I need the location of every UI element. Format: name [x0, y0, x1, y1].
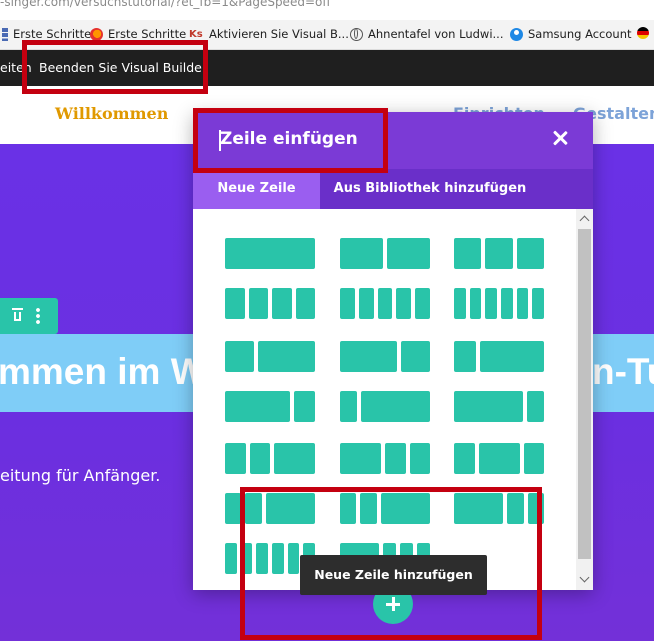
annotation-box-title	[193, 108, 388, 173]
row-layout-option[interactable]	[454, 443, 544, 474]
layout-column	[377, 288, 393, 319]
annotation-box-exit	[22, 40, 208, 94]
layout-column	[485, 238, 513, 269]
layout-column	[225, 341, 254, 372]
layout-column	[340, 443, 381, 474]
layout-column	[479, 341, 544, 372]
tab-aus-bibliothek[interactable]: Aus Bibliothek hinzufügen	[320, 169, 540, 209]
layout-column	[340, 341, 398, 372]
row-layout-option[interactable]	[225, 341, 315, 372]
row-layout-option[interactable]	[454, 238, 544, 269]
layout-column	[361, 391, 430, 422]
browser-address-bar[interactable]: -singer.com/versuchstutorial/?et_fb=1&Pa…	[0, 0, 654, 20]
row-layout-option[interactable]	[340, 443, 430, 474]
bookmark-aktivieren-visual-builder[interactable]: Ks Aktivieren Sie Visual B...	[189, 27, 349, 41]
layout-column	[340, 288, 355, 319]
layout-column	[526, 391, 544, 422]
layout-column	[454, 391, 523, 422]
layout-column	[293, 391, 315, 422]
layout-column	[532, 288, 544, 319]
row-layout-option[interactable]	[225, 238, 315, 269]
tab-neue-zeile[interactable]: Neue Zeile	[193, 169, 320, 209]
layout-column	[401, 341, 430, 372]
bookmark-label: Erste Schritte	[108, 27, 187, 41]
layout-column	[485, 288, 497, 319]
scrollbar-thumb[interactable]	[578, 229, 591, 559]
layout-column	[387, 238, 430, 269]
layout-column	[385, 443, 406, 474]
bookmark-flag[interactable]	[637, 27, 649, 39]
hero-heading-right: n-Tu	[592, 351, 654, 392]
layout-column	[523, 443, 544, 474]
nav-item-home[interactable]: Willkommen	[55, 104, 168, 123]
layout-column	[225, 288, 245, 319]
ks-logo-icon: Ks	[189, 28, 203, 40]
row-layout-option[interactable]	[340, 341, 430, 372]
row-layout-option[interactable]	[340, 391, 430, 422]
close-icon[interactable]	[552, 130, 568, 146]
row-layout-option[interactable]	[454, 341, 544, 372]
layout-column	[225, 543, 237, 574]
row-layout-option[interactable]	[340, 288, 430, 319]
bookmark-label: Aktivieren Sie Visual B...	[209, 27, 349, 41]
layout-column	[500, 288, 513, 319]
scroll-down-icon[interactable]	[579, 572, 590, 583]
layout-column	[454, 341, 476, 372]
layout-column	[415, 288, 430, 319]
bookmark-erste-schritte-2[interactable]: Erste Schritte	[90, 27, 186, 41]
layout-column	[340, 391, 358, 422]
layout-column	[225, 391, 290, 422]
samsung-account-icon	[510, 27, 523, 41]
layout-column	[249, 443, 270, 474]
layout-column	[469, 288, 482, 319]
layout-column	[225, 443, 246, 474]
more-options-icon[interactable]	[36, 307, 40, 325]
layout-column	[225, 238, 315, 269]
layout-column	[257, 341, 315, 372]
layout-column	[478, 443, 520, 474]
layout-column	[454, 238, 482, 269]
bookmark-label: Erste Schritte	[13, 27, 92, 41]
layout-column	[454, 443, 475, 474]
layout-column	[248, 288, 268, 319]
layout-column	[358, 288, 374, 319]
url-text: -singer.com/versuchstutorial/?et_fb=1&Pa…	[0, 0, 331, 9]
bookmark-erste-schritte-1[interactable]: Erste Schritte	[2, 27, 91, 41]
layout-column	[225, 493, 242, 524]
annotation-box-add-row	[240, 487, 542, 640]
layout-column	[340, 238, 383, 269]
bookmark-label: Ahnentafel von Ludwi...	[368, 27, 504, 41]
bookmark-bars-icon	[2, 27, 8, 41]
firefox-icon	[90, 27, 103, 41]
modal-tabs: Neue Zeile Aus Bibliothek hinzufügen	[193, 169, 593, 209]
row-layout-option[interactable]	[225, 443, 315, 474]
layout-column	[272, 288, 292, 319]
trash-icon[interactable]	[12, 308, 23, 322]
layout-column	[274, 443, 315, 474]
layout-column	[516, 238, 544, 269]
layout-column	[396, 288, 412, 319]
scrollbar[interactable]	[576, 209, 593, 590]
row-layout-option[interactable]	[225, 391, 315, 422]
hero-heading-left: mmen im W	[0, 351, 206, 392]
german-flag-icon	[637, 27, 649, 39]
layout-column	[516, 288, 529, 319]
layout-column	[454, 288, 466, 319]
hero-subtitle: eitung für Anfänger.	[0, 466, 161, 485]
row-layout-option[interactable]	[454, 391, 544, 422]
row-layout-option[interactable]	[340, 238, 430, 269]
layout-column	[409, 443, 430, 474]
bookmark-samsung-account[interactable]: Samsung Account	[510, 27, 632, 41]
layout-column	[295, 288, 315, 319]
scroll-up-icon[interactable]	[579, 215, 590, 226]
bookmark-label: Samsung Account	[528, 27, 632, 41]
bookmark-ahnentafel[interactable]: Ahnentafel von Ludwi...	[350, 27, 503, 41]
row-toolbar	[0, 298, 58, 334]
row-layout-option[interactable]	[225, 288, 315, 319]
globe-icon	[350, 27, 363, 41]
row-layout-option[interactable]	[454, 288, 544, 319]
